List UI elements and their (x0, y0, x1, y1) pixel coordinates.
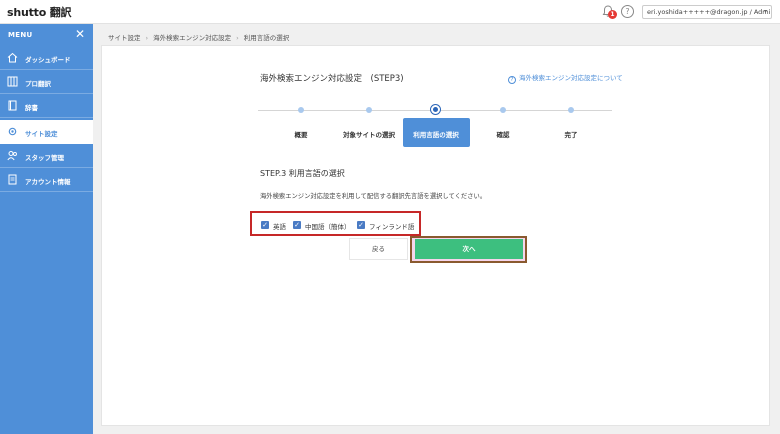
step-label-complete: 完了 (564, 131, 578, 139)
sidebar: MENU ✕ ダッシュボード プロ翻訳 辞書 サイト設定 スタッフ管理 アカウン… (0, 24, 93, 434)
chevron-down-icon: ▾ (763, 8, 767, 15)
top-header: shutto 翻訳 1 ? eri.yoshida+++++@dragon.jp… (0, 0, 780, 24)
divider (0, 191, 93, 192)
section-description: 海外検索エンジン対応設定を利用して配信する翻訳先言語を選択してください。 (260, 193, 487, 200)
sidebar-item-site-settings[interactable]: サイト設定 (0, 120, 93, 144)
back-button[interactable]: 戻る (349, 238, 408, 260)
sidebar-item-label: アカウント情報 (25, 178, 71, 186)
sidebar-item-label: プロ翻訳 (25, 80, 51, 88)
next-button[interactable]: 次へ (415, 239, 523, 259)
app-logo[interactable]: shutto 翻訳 (7, 4, 72, 20)
step-label-confirm: 確認 (496, 131, 510, 139)
language-label-english[interactable]: 英語 (273, 221, 286, 231)
question-icon: ? (508, 76, 516, 84)
step-label-overview: 概要 (294, 131, 308, 139)
breadcrumb-item-current: 利用言語の選択 (243, 34, 290, 42)
step-dot-2 (366, 107, 372, 113)
home-icon (7, 52, 18, 63)
notification-count-badge: 1 (608, 10, 617, 19)
checkbox-finnish[interactable]: ✓ (357, 221, 365, 229)
users-icon (7, 151, 17, 161)
help-link[interactable]: ? 海外検索エンジン対応設定について (508, 72, 623, 84)
step-label-target-site: 対象サイトの選択 (343, 131, 395, 139)
help-link-label: 海外検索エンジン対応設定について (519, 74, 623, 82)
user-account-select[interactable]: eri.yoshida+++++@dragon.jp / Admin ▾ (642, 5, 772, 19)
step-dot-5 (568, 107, 574, 113)
sidebar-item-staff[interactable]: スタッフ管理 (0, 144, 93, 168)
chevron-right-icon: › (236, 34, 239, 42)
sidebar-menu-header: MENU ✕ (0, 24, 93, 46)
checkbox-chinese-simplified[interactable]: ✓ (293, 221, 301, 229)
step-dot-4 (500, 107, 506, 113)
language-label-finnish[interactable]: フィンランド語 (369, 221, 414, 231)
language-label-chinese-simplified[interactable]: 中国語（簡体） (305, 221, 351, 231)
step-dot-3-active (431, 105, 440, 114)
sidebar-item-dashboard[interactable]: ダッシュボード (0, 46, 93, 70)
divider (0, 117, 93, 118)
sidebar-item-label: ダッシュボード (25, 56, 71, 64)
sidebar-menu-label: MENU (8, 31, 33, 39)
close-icon[interactable]: ✕ (75, 27, 85, 41)
sidebar-item-label: サイト設定 (25, 130, 58, 138)
sidebar-item-account[interactable]: アカウント情報 (0, 168, 93, 192)
gear-icon (8, 127, 17, 136)
sidebar-item-label: スタッフ管理 (25, 154, 64, 162)
document-icon (8, 174, 17, 185)
chevron-right-icon: › (145, 34, 149, 42)
step-dot-1 (298, 107, 304, 113)
help-icon[interactable]: ? (621, 5, 634, 18)
section-title: STEP.3 利用言語の選択 (260, 169, 345, 178)
sidebar-item-dictionary[interactable]: 辞書 (0, 94, 93, 118)
user-account-label: eri.yoshida+++++@dragon.jp / Admin (647, 8, 772, 16)
breadcrumb-item-site-settings[interactable]: サイト設定 (108, 34, 141, 42)
sidebar-item-pro-translation[interactable]: プロ翻訳 (0, 70, 93, 94)
checkbox-english[interactable]: ✓ (261, 221, 269, 229)
breadcrumb: サイト設定 › 海外検索エンジン対応設定 › 利用言語の選択 (108, 32, 289, 42)
breadcrumb-item-search-engine[interactable]: 海外検索エンジン対応設定 (153, 34, 231, 42)
page-title: 海外検索エンジン対応設定 (STEP3) (260, 74, 404, 84)
book-icon (8, 100, 17, 111)
columns-icon (7, 76, 18, 87)
step-label-language: 利用言語の選択 (413, 131, 459, 139)
sidebar-item-label: 辞書 (25, 104, 38, 112)
